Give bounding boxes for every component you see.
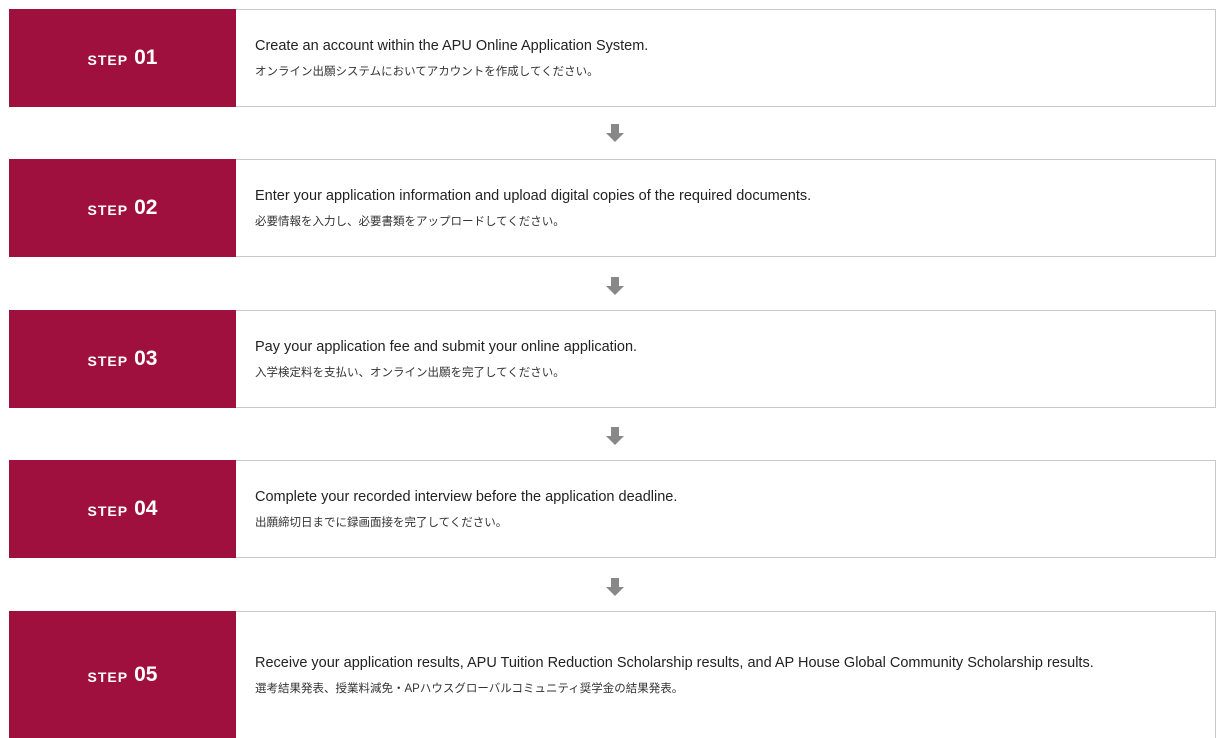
- step-row-04: STEP 04 Complete your recorded interview…: [9, 460, 1216, 558]
- step-text-ja: 必要情報を入力し、必要書類をアップロードしてください。: [255, 216, 565, 228]
- arrow-down-icon: [606, 277, 624, 295]
- step-word: STEP: [87, 503, 129, 519]
- step-text-ja: 選考結果発表、授業料減免・APハウスグローバルコミュニティ奨学金の結果発表。: [255, 683, 684, 695]
- step-word: STEP: [87, 668, 129, 685]
- step-label: STEP 03: [9, 310, 236, 408]
- arrow-down-icon: [606, 427, 624, 445]
- step-label: STEP 01: [9, 9, 236, 107]
- arrow-down-icon: [606, 124, 624, 142]
- step-number: 03: [134, 347, 158, 370]
- step-number: 02: [134, 196, 158, 219]
- step-number: 04: [134, 497, 158, 520]
- step-label: STEP 05: [9, 611, 236, 738]
- step-description: Create an account within the APU Online …: [236, 10, 1215, 106]
- step-description: Pay your application fee and submit your…: [236, 311, 1215, 407]
- step-row-02: STEP 02 Enter your application informati…: [9, 159, 1216, 257]
- step-text-en: Create an account within the APU Online …: [255, 38, 649, 54]
- arrow-down-icon: [606, 578, 624, 596]
- step-text-en: Complete your recorded interview before …: [255, 489, 678, 505]
- step-row-03: STEP 03 Pay your application fee and sub…: [9, 310, 1216, 408]
- step-word: STEP: [87, 353, 129, 369]
- step-row-05: STEP 05 Receive your application results…: [9, 611, 1216, 738]
- step-word: STEP: [87, 52, 129, 68]
- step-text-ja: オンライン出願システムにおいてアカウントを作成してください。: [255, 66, 599, 78]
- step-text-en: Pay your application fee and submit your…: [255, 339, 638, 355]
- step-text-en: Enter your application information and u…: [255, 188, 812, 204]
- step-number: 01: [134, 46, 158, 69]
- step-label: STEP 02: [9, 159, 236, 257]
- step-description: Enter your application information and u…: [236, 160, 1215, 256]
- step-text-ja: 出願締切日までに録画面接を完了してください。: [255, 517, 508, 529]
- step-label: STEP 04: [9, 460, 236, 558]
- step-description: Complete your recorded interview before …: [236, 461, 1215, 557]
- step-number: 05: [134, 662, 158, 686]
- step-word: STEP: [87, 202, 129, 218]
- step-text-en: Receive your application results, APU Tu…: [255, 655, 1094, 671]
- step-row-01: STEP 01 Create an account within the APU…: [9, 9, 1216, 107]
- step-description: Receive your application results, APU Tu…: [236, 612, 1215, 738]
- step-text-ja: 入学検定料を支払い、オンライン出願を完了してください。: [255, 367, 565, 379]
